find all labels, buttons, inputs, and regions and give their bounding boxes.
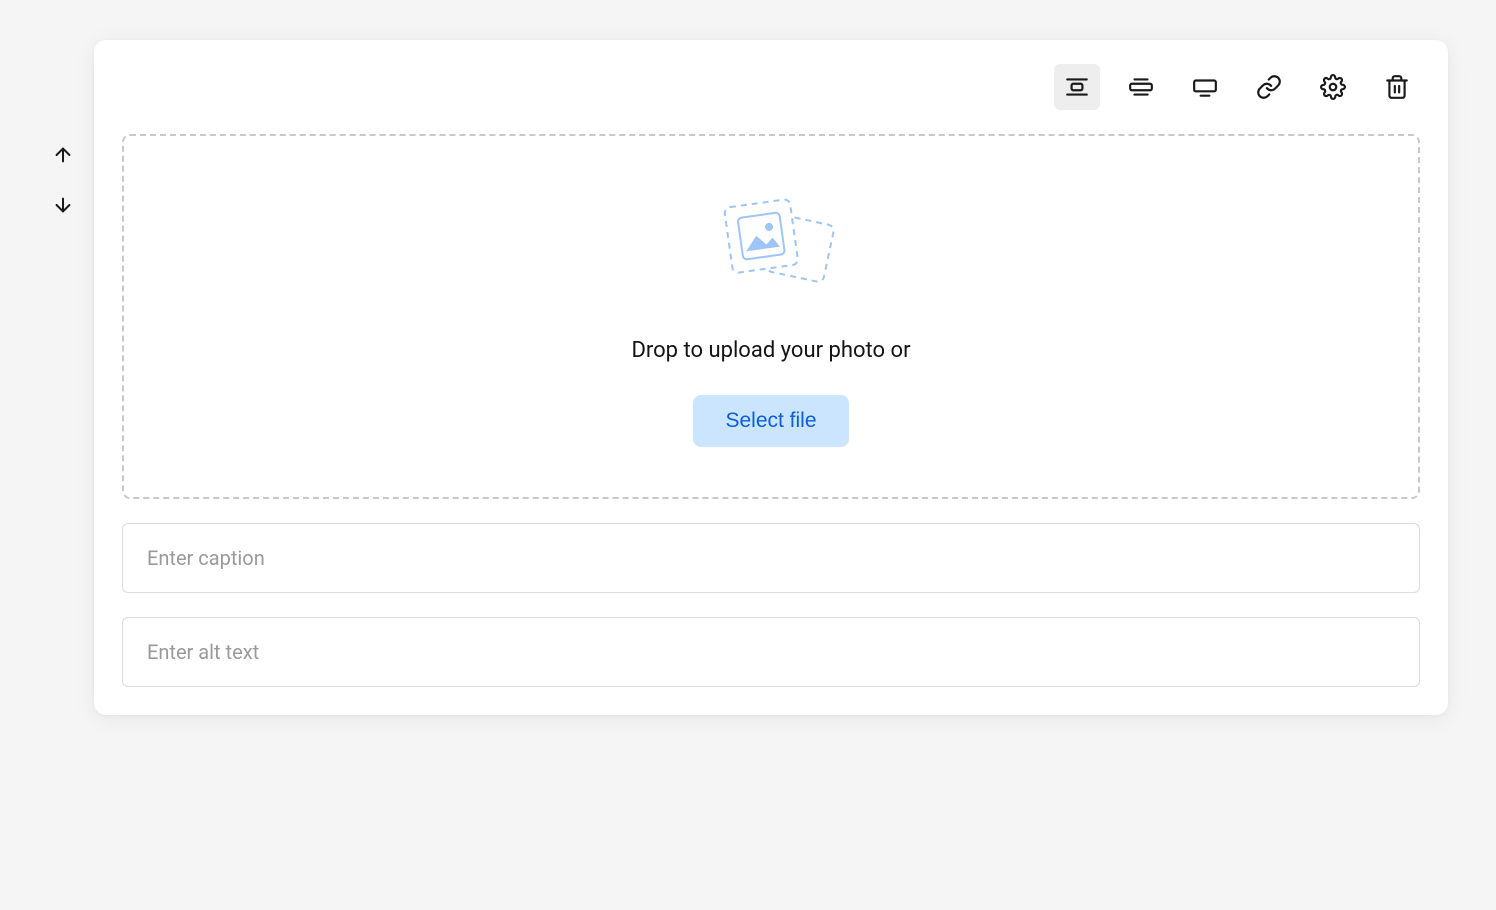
link-icon	[1256, 74, 1282, 100]
move-up-button[interactable]	[48, 140, 78, 170]
upload-dropzone[interactable]: Drop to upload your photo or Select file	[122, 134, 1420, 499]
arrow-up-icon	[52, 144, 74, 166]
delete-button[interactable]	[1374, 64, 1420, 110]
reorder-controls	[48, 40, 78, 715]
width-wide-button[interactable]	[1118, 64, 1164, 110]
link-button[interactable]	[1246, 64, 1292, 110]
width-regular-button[interactable]	[1054, 64, 1100, 110]
gear-icon	[1320, 74, 1346, 100]
settings-button[interactable]	[1310, 64, 1356, 110]
alt-text-input[interactable]	[122, 617, 1420, 687]
dropzone-text: Drop to upload your photo or	[631, 338, 910, 363]
width-regular-icon	[1064, 74, 1090, 100]
image-block-card: Drop to upload your photo or Select file	[94, 40, 1448, 715]
move-down-button[interactable]	[48, 190, 78, 220]
arrow-down-icon	[52, 194, 74, 216]
width-wide-icon	[1128, 74, 1154, 100]
width-full-button[interactable]	[1182, 64, 1228, 110]
image-placeholder-icon	[706, 196, 836, 306]
select-file-button[interactable]: Select file	[693, 395, 848, 447]
caption-input[interactable]	[122, 523, 1420, 593]
block-toolbar	[122, 64, 1420, 110]
width-full-icon	[1192, 74, 1218, 100]
trash-icon	[1384, 74, 1410, 100]
